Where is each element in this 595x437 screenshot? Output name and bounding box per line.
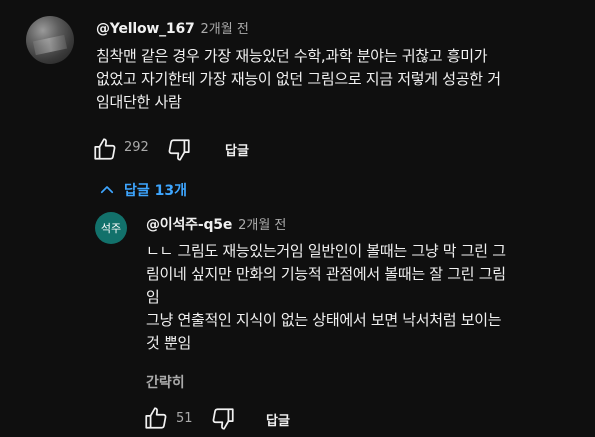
- reply-author[interactable]: @이석주-q5e: [146, 214, 232, 234]
- thumbs-down-icon: [168, 139, 190, 161]
- reply-text-line: 그냥 연출적인 지식이 없는 상태에서 보면 낙서처럼 보이는: [146, 311, 502, 329]
- comment-text-line: 임대단한 사람: [96, 93, 182, 111]
- avatar[interactable]: 석주: [95, 212, 127, 244]
- like-button[interactable]: [143, 405, 169, 431]
- thumbs-up-icon: [94, 138, 116, 160]
- avatar[interactable]: [26, 16, 74, 64]
- thumbs-up-icon: [145, 407, 167, 429]
- reply-text: ㄴㄴ 그림도 재능있는거임 일반인이 볼때는 그냥 막 그린 그 림이네 싶지만…: [146, 240, 506, 355]
- replies-toggle[interactable]: 답글 13개: [98, 180, 187, 200]
- reply-button[interactable]: 답글: [225, 140, 249, 159]
- comment-author[interactable]: @Yellow_167: [96, 21, 195, 37]
- reply-header: @이석주-q5e 2개월 전: [146, 214, 286, 234]
- dislike-button[interactable]: [166, 137, 192, 163]
- reply-text-line: 임: [146, 288, 160, 306]
- thumbs-down-icon: [212, 408, 234, 430]
- reply-time[interactable]: 2개월 전: [238, 214, 286, 233]
- like-button[interactable]: [92, 136, 118, 162]
- replies-toggle-label: 답글 13개: [124, 183, 187, 199]
- reply-text-line: 림이네 싶지만 만화의 기능적 관점에서 볼때는 잘 그린 그림: [146, 265, 506, 283]
- comment-text: 침착맨 같은 경우 가장 재능있던 수학,과학 분야는 귀찮고 흥미가 없었고 …: [96, 45, 501, 114]
- reply-text-line: ㄴㄴ 그림도 재능있는거임 일반인이 볼때는 그냥 막 그린 그: [146, 242, 506, 260]
- collapse-button[interactable]: 간략히: [146, 372, 185, 392]
- like-count: 292: [124, 140, 149, 155]
- avatar-text: 석주: [100, 222, 122, 235]
- reply-button[interactable]: 답글: [266, 410, 290, 429]
- like-count: 51: [176, 411, 193, 426]
- comment-header: @Yellow_167 2개월 전: [96, 18, 249, 37]
- comment-time[interactable]: 2개월 전: [201, 18, 249, 37]
- comment-text-line: 없었고 자기한테 가장 재능이 없던 그림으로 지금 저렇게 성공한 거: [96, 70, 501, 88]
- dislike-button[interactable]: [210, 406, 236, 432]
- reply-text-line: 것 뿐임: [146, 334, 191, 352]
- chevron-up-icon: [100, 186, 114, 194]
- comment-text-line: 침착맨 같은 경우 가장 재능있던 수학,과학 분야는 귀찮고 흥미가: [96, 47, 488, 65]
